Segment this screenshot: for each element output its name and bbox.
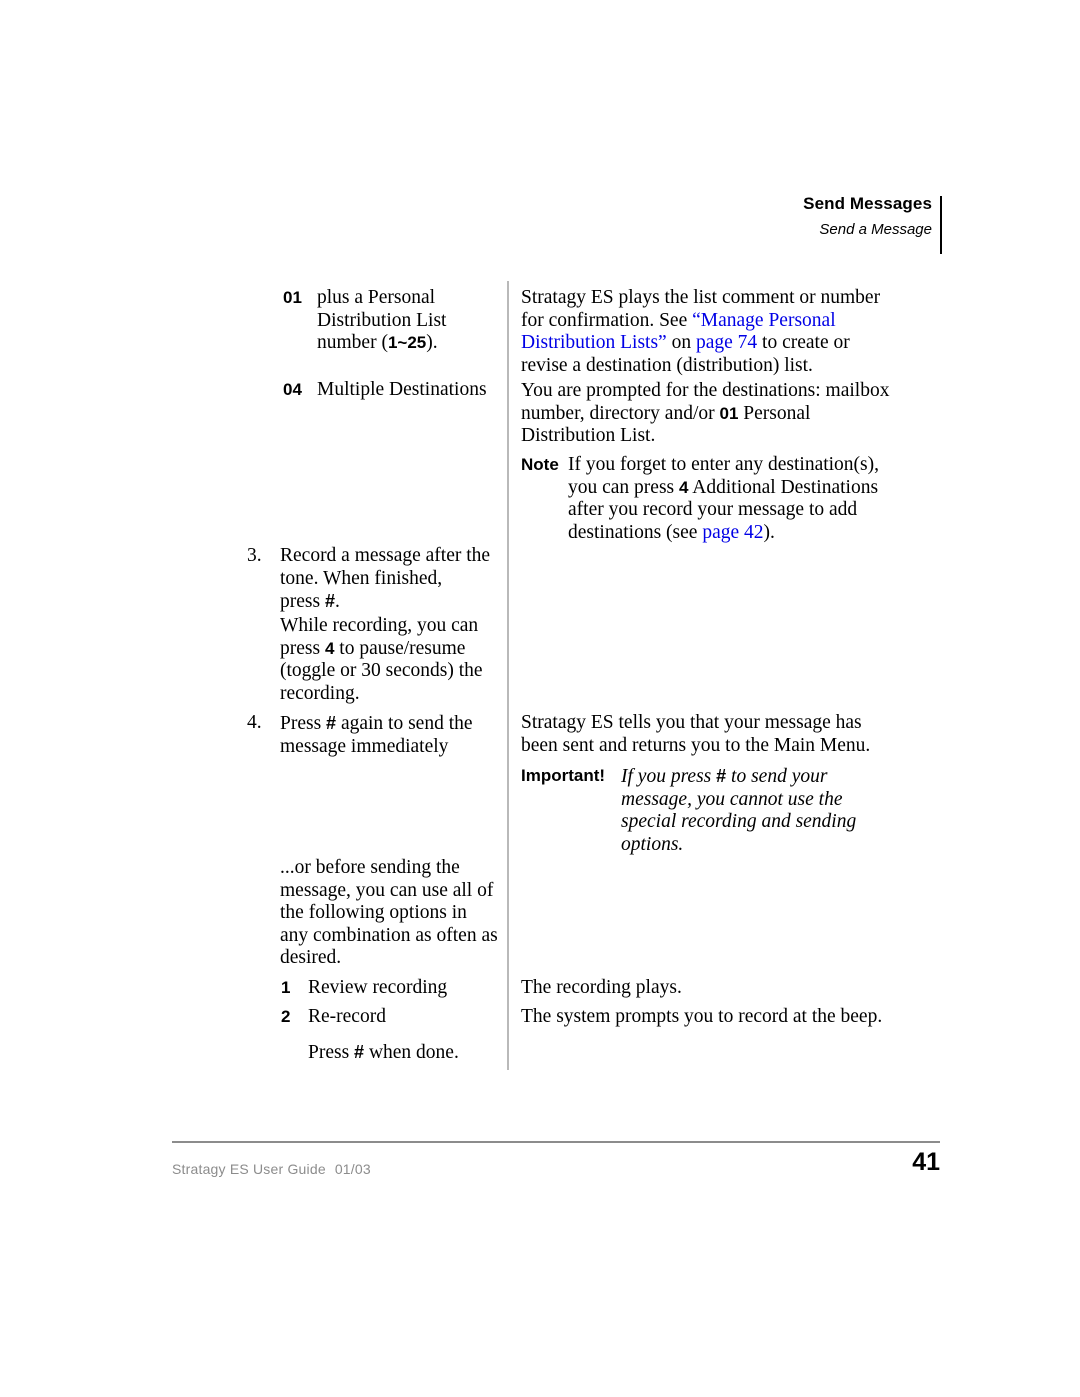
option-04-marker: 04	[283, 380, 302, 399]
note-label: Note	[521, 455, 559, 474]
key-4: 4	[324, 638, 335, 658]
option-1-text: Review recording	[308, 977, 448, 998]
running-header: Send Messages Send a Message	[0, 193, 932, 241]
option-2-text: Re-record	[308, 1006, 386, 1027]
step-3-row: 3. Record a message after the tone. When…	[247, 545, 497, 614]
option-04-text: Multiple Destinations	[317, 379, 487, 400]
press-done-text: Press # when done.	[308, 1042, 459, 1063]
footer-divider	[172, 1141, 940, 1143]
xref-page-74[interactable]: page 74	[696, 332, 757, 353]
note-text: If you forget to enter any destination(s…	[568, 454, 880, 543]
option-2-marker: 2	[281, 1007, 291, 1026]
key-01: 01	[719, 403, 739, 423]
step-3-paragraph-2: While recording, you can press 4 to paus…	[280, 615, 483, 704]
response-option-01: Stratagy ES plays the list comment or nu…	[521, 287, 881, 376]
option-2-row: 2 Re-record	[281, 1006, 496, 1029]
response-option-2: The system prompts you to record at the …	[521, 1006, 883, 1027]
page-number: 41	[912, 1148, 940, 1176]
note-block: Note If you forget to enter any destinat…	[521, 454, 921, 544]
important-label: Important!	[521, 766, 606, 785]
important-block: Important! If you press # to send your m…	[521, 765, 921, 856]
header-vertical-rule	[940, 196, 942, 254]
pound-key-icon: #	[716, 766, 727, 786]
option-01-range-key: 1~25	[387, 333, 427, 353]
xref-manage-personal-distribution-lists[interactable]: “Manage Personal	[692, 310, 836, 331]
pound-key-icon: #	[354, 1042, 365, 1062]
header-chapter-title: Send Messages	[803, 194, 932, 213]
header-section-title: Send a Message	[819, 221, 932, 238]
pound-key-icon: #	[324, 591, 335, 612]
xref-manage-personal-distribution-lists-cont[interactable]: Distribution Lists”	[521, 332, 667, 353]
step-3-marker: 3.	[247, 545, 262, 566]
options-intro-paragraph: ...or before sending the message, you ca…	[280, 857, 498, 969]
option-04-row: 04 Multiple Destinations	[283, 379, 498, 402]
document-page: Send Messages Send a Message 01 plus a P…	[0, 0, 1080, 1397]
option-1-marker: 1	[281, 978, 291, 997]
step-4-row: 4. Press # again to send the message imm…	[247, 712, 502, 758]
response-step-4: Stratagy ES tells you that your message …	[521, 712, 871, 756]
footer-guide-title: Stratagy ES User Guide	[172, 1161, 326, 1177]
response-option-1: The recording plays.	[521, 977, 682, 998]
option-01-marker: 01	[283, 288, 302, 307]
step-3-text: Record a message after the tone. When fi…	[280, 545, 491, 613]
pound-key-icon: #	[326, 713, 337, 733]
step-4-marker: 4.	[247, 712, 262, 733]
response-option-04: You are prompted for the destinations: m…	[521, 380, 890, 447]
footer-guide-info: Stratagy ES User Guide 01/03	[172, 1161, 371, 1177]
step-4-text: Press # again to send the message immedi…	[280, 713, 473, 757]
footer-date: 01/03	[334, 1161, 371, 1177]
option-1-row: 1 Review recording	[281, 977, 496, 1000]
option-01-row: 01 plus a Personal Distribution List num…	[283, 287, 498, 355]
option-01-text: plus a Personal Distribution List number…	[317, 287, 447, 354]
xref-page-42[interactable]: page 42	[702, 522, 763, 543]
